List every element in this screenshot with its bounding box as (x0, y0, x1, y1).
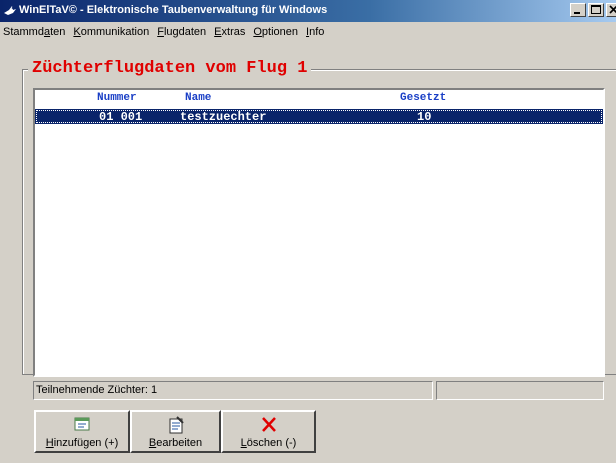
column-header-gesetzt[interactable]: Gesetzt (400, 92, 446, 104)
add-button-label: Hinzufügen (+) (45, 437, 119, 449)
cell-name: testzuechter (180, 110, 267, 124)
menu-flugdaten[interactable]: Flugdaten (157, 26, 206, 38)
window-title: WinElTaV© - Elektronische Taubenverwaltu… (19, 4, 328, 16)
maximize-button[interactable] (588, 3, 604, 17)
red-x-icon (261, 417, 276, 432)
pigeon-icon (4, 6, 16, 15)
delete-button[interactable]: Löschen (-) (221, 410, 316, 453)
add-record-icon (74, 417, 90, 431)
table-row[interactable]: 01 001 testzuechter 10 (35, 109, 603, 124)
cell-nummer: 01 001 (99, 110, 143, 124)
menu-extras[interactable]: Extras (214, 26, 245, 38)
list-header: Nummer Name Gesetzt (35, 90, 603, 107)
status-participants: Teilnehmende Züchter: 1 (33, 381, 433, 400)
edit-button-label: Bearbeiten (148, 437, 203, 449)
menu-optionen[interactable]: Optionen (253, 26, 298, 38)
breeder-list[interactable]: Nummer Name Gesetzt 01 001 testzuechter … (33, 88, 605, 377)
menu-kommunikation[interactable]: Kommunikation (73, 26, 149, 38)
maximize-icon (591, 5, 601, 14)
menu-bar: Stammdaten Kommunikation Flugdaten Extra… (0, 22, 616, 41)
close-icon (609, 5, 616, 14)
column-header-nummer[interactable]: Nummer (97, 92, 137, 104)
status-panel-empty (436, 381, 604, 400)
column-header-name[interactable]: Name (185, 92, 211, 104)
edit-button[interactable]: Bearbeiten (130, 410, 221, 453)
menu-info[interactable]: Info (306, 26, 324, 38)
group-title: Züchterflugdaten vom Flug 1 (28, 59, 312, 79)
add-button[interactable]: Hinzufügen (+) (34, 410, 130, 453)
minimize-button[interactable] (570, 3, 586, 17)
menu-stammdaten[interactable]: Stammdaten (3, 26, 65, 38)
title-bar[interactable]: WinElTaV© - Elektronische Taubenverwaltu… (0, 0, 616, 22)
edit-record-icon (169, 416, 184, 434)
delete-button-label: Löschen (-) (240, 437, 297, 449)
close-button[interactable] (606, 3, 616, 17)
cell-gesetzt: 10 (417, 110, 432, 124)
minimize-icon (574, 12, 580, 14)
